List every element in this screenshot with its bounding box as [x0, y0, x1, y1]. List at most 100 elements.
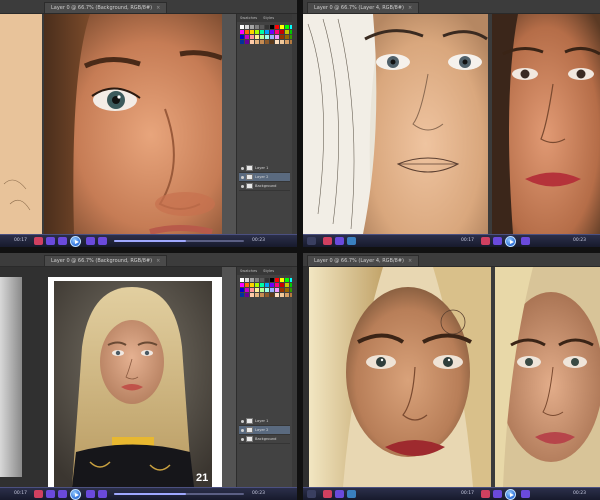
color-swatch[interactable] [240, 283, 244, 287]
tab-styles[interactable]: Styles [260, 14, 277, 22]
forward-button[interactable] [86, 490, 95, 498]
color-swatch[interactable] [250, 30, 254, 34]
swatch-grid[interactable] [240, 278, 297, 297]
color-swatch[interactable] [285, 278, 289, 282]
color-swatch[interactable] [280, 25, 284, 29]
color-swatch[interactable] [280, 288, 284, 292]
eye-icon[interactable] [241, 166, 244, 170]
color-swatch[interactable] [275, 30, 279, 34]
prev-button[interactable] [46, 237, 55, 245]
color-swatch[interactable] [285, 283, 289, 287]
document-tab[interactable]: Layer 0 @ 66.7% (Background, RGB/8#) × [44, 255, 168, 266]
color-swatch[interactable] [270, 35, 274, 39]
layer-row[interactable]: Layer 1 [239, 417, 290, 426]
color-swatch[interactable] [280, 283, 284, 287]
color-swatch[interactable] [270, 25, 274, 29]
color-swatch[interactable] [240, 25, 244, 29]
stop-button[interactable] [34, 237, 43, 245]
rewind-button[interactable] [58, 490, 67, 498]
color-swatch[interactable] [285, 288, 289, 292]
document-tab[interactable]: Layer 0 @ 66.7% (Background, RGB/8#) × [44, 2, 168, 13]
play-button[interactable] [505, 489, 516, 500]
color-swatch[interactable] [255, 35, 259, 39]
color-swatch[interactable] [265, 293, 269, 297]
color-swatch[interactable] [255, 30, 259, 34]
layer-row[interactable]: Background [239, 182, 290, 191]
color-swatch[interactable] [255, 40, 259, 44]
color-swatch[interactable] [245, 40, 249, 44]
layer-row[interactable]: Layer 2 [239, 173, 290, 182]
color-swatch[interactable] [245, 283, 249, 287]
color-swatch[interactable] [270, 293, 274, 297]
color-swatch[interactable] [275, 35, 279, 39]
color-swatch[interactable] [260, 278, 264, 282]
stop-button[interactable] [481, 490, 490, 498]
canvas[interactable] [303, 267, 600, 487]
color-swatch[interactable] [250, 293, 254, 297]
app-icon[interactable] [323, 237, 332, 245]
color-swatch[interactable] [250, 283, 254, 287]
close-icon[interactable]: × [156, 258, 160, 264]
color-swatch[interactable] [240, 288, 244, 292]
eye-icon[interactable] [241, 419, 244, 423]
tool-strip[interactable] [292, 267, 297, 487]
color-swatch[interactable] [260, 293, 264, 297]
color-swatch[interactable] [270, 30, 274, 34]
color-swatch[interactable] [245, 30, 249, 34]
color-swatch[interactable] [255, 278, 259, 282]
document-tab[interactable]: Layer 0 @ 66.7% (Layer 4, RGB/8#) × [307, 255, 420, 266]
app-icon[interactable] [347, 490, 356, 498]
color-swatch[interactable] [275, 288, 279, 292]
color-swatch[interactable] [275, 25, 279, 29]
color-swatch[interactable] [240, 35, 244, 39]
stop-button[interactable] [481, 237, 490, 245]
color-swatch[interactable] [260, 25, 264, 29]
color-swatch[interactable] [270, 283, 274, 287]
close-icon[interactable]: × [408, 258, 412, 264]
color-swatch[interactable] [280, 35, 284, 39]
color-swatch[interactable] [260, 283, 264, 287]
prev-button[interactable] [46, 490, 55, 498]
app-icon[interactable] [347, 237, 356, 245]
stop-button[interactable] [34, 490, 43, 498]
swatch-grid[interactable] [240, 25, 297, 44]
color-swatch[interactable] [250, 40, 254, 44]
eye-icon[interactable] [241, 184, 244, 188]
color-swatch[interactable] [280, 40, 284, 44]
color-swatch[interactable] [250, 35, 254, 39]
color-swatch[interactable] [255, 283, 259, 287]
color-swatch[interactable] [245, 293, 249, 297]
color-swatch[interactable] [280, 293, 284, 297]
color-swatch[interactable] [285, 35, 289, 39]
color-swatch[interactable] [260, 35, 264, 39]
color-swatch[interactable] [280, 278, 284, 282]
seek-bar[interactable] [114, 493, 244, 495]
color-swatch[interactable] [245, 35, 249, 39]
next-button[interactable] [98, 237, 107, 245]
color-swatch[interactable] [255, 288, 259, 292]
close-icon[interactable]: × [156, 5, 160, 11]
color-swatch[interactable] [265, 25, 269, 29]
canvas[interactable] [0, 14, 222, 234]
play-button[interactable] [70, 236, 81, 247]
color-swatch[interactable] [240, 30, 244, 34]
color-swatch[interactable] [250, 278, 254, 282]
color-swatch[interactable] [255, 25, 259, 29]
play-button[interactable] [505, 236, 516, 247]
color-swatch[interactable] [285, 293, 289, 297]
next-button[interactable] [98, 490, 107, 498]
tool-strip[interactable] [292, 14, 297, 234]
color-swatch[interactable] [275, 278, 279, 282]
canvas[interactable] [303, 14, 600, 234]
app-icon[interactable] [323, 490, 332, 498]
color-swatch[interactable] [265, 30, 269, 34]
color-swatch[interactable] [240, 293, 244, 297]
eye-icon[interactable] [241, 175, 244, 179]
color-swatch[interactable] [285, 40, 289, 44]
color-swatch[interactable] [285, 30, 289, 34]
seek-bar[interactable] [114, 240, 244, 242]
forward-button[interactable] [86, 237, 95, 245]
eye-icon[interactable] [241, 437, 244, 441]
color-swatch[interactable] [245, 278, 249, 282]
color-swatch[interactable] [260, 40, 264, 44]
